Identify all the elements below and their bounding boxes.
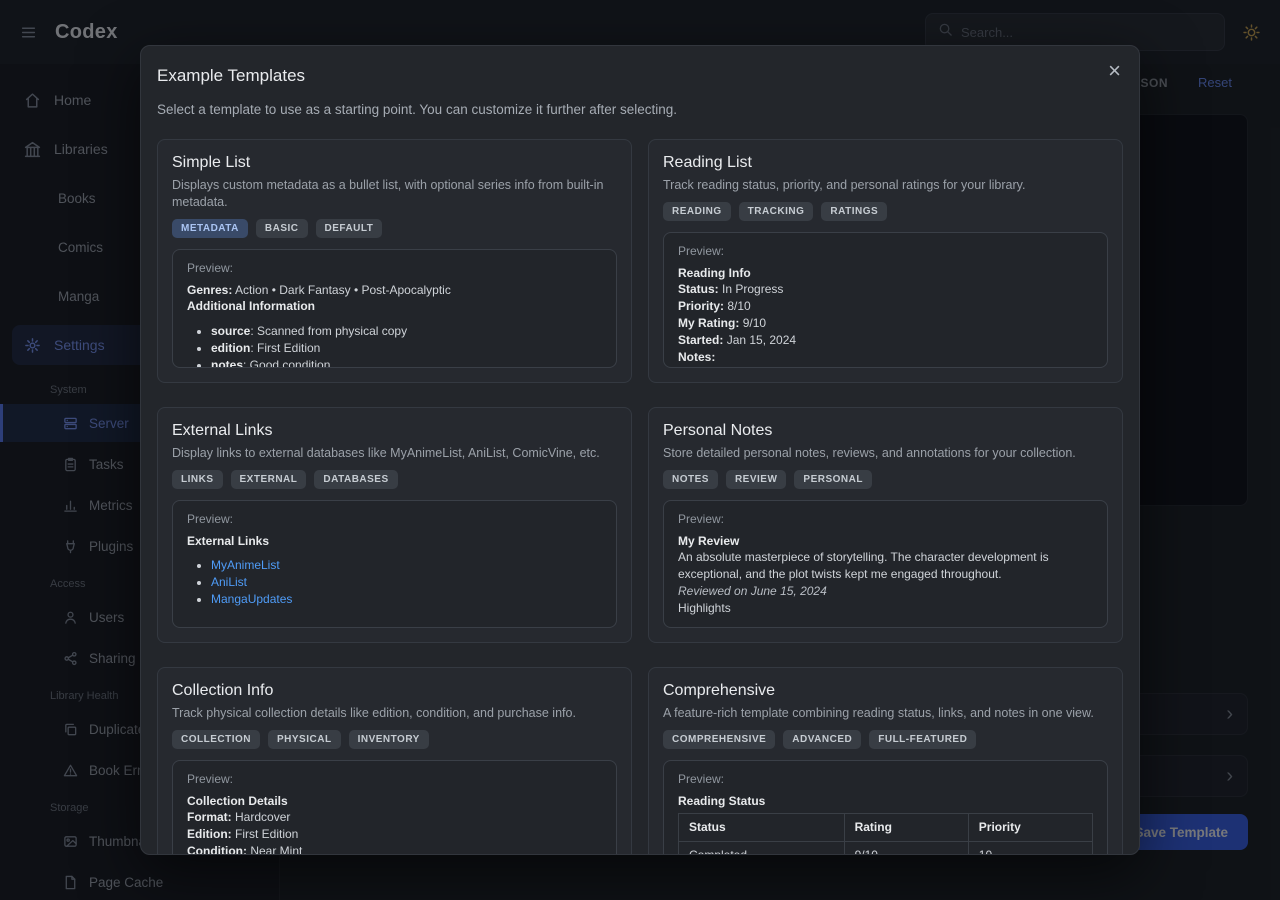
preview-field: Condition: Near Mint: [187, 843, 602, 855]
tag-badge: COMPREHENSIVE: [663, 730, 775, 749]
tag-badge: EXTERNAL: [231, 470, 307, 489]
preview-field: Format: Hardcover: [187, 809, 602, 826]
template-card-comprehensive[interactable]: Comprehensive A feature-rich template co…: [648, 667, 1123, 855]
review-meta: Reviewed on June 15, 2024: [678, 583, 1093, 600]
preview-label: Preview:: [678, 511, 1093, 528]
template-title: Comprehensive: [663, 682, 1108, 700]
template-title: Reading List: [663, 154, 1108, 172]
template-description: A feature-rich template combining readin…: [663, 705, 1108, 722]
preview-label: Preview:: [187, 260, 602, 277]
template-title: Personal Notes: [663, 422, 1108, 440]
preview-field: Status: In Progress: [678, 281, 1093, 298]
external-link[interactable]: MangaUpdates: [211, 592, 292, 606]
column-header: Priority: [968, 814, 1092, 842]
tag-badge: LINKS: [172, 470, 223, 489]
preview-field: My Rating: 9/10: [678, 315, 1093, 332]
preview-field: Edition: First Edition: [187, 826, 602, 843]
tag-badge: PERSONAL: [794, 470, 872, 489]
preview-heading: My Review: [678, 533, 1093, 550]
tag-badge: METADATA: [172, 219, 248, 238]
template-description: Store detailed personal notes, reviews, …: [663, 445, 1108, 462]
table-cell: 10: [968, 842, 1092, 855]
modal-subtitle: Select a template to use as a starting p…: [157, 102, 1123, 117]
tag-badge: RATINGS: [821, 202, 887, 221]
template-tags: NOTES REVIEW PERSONAL: [663, 470, 1108, 489]
template-card-grid: Simple List Displays custom metadata as …: [157, 139, 1123, 855]
table-cell: Completed: [679, 842, 845, 855]
preview-label: Preview:: [678, 771, 1093, 788]
tag-badge: DEFAULT: [316, 219, 383, 238]
preview-label: Preview:: [187, 771, 602, 788]
external-link[interactable]: AniList: [211, 575, 247, 589]
template-title: Collection Info: [172, 682, 617, 700]
table-header-row: Status Rating Priority: [679, 814, 1093, 842]
app-window: Codex Home Libraries Books Comics Manga: [0, 0, 1280, 900]
tag-badge: BASIC: [256, 219, 308, 238]
template-tags: COLLECTION PHYSICAL INVENTORY: [172, 730, 617, 749]
template-tags: METADATA BASIC DEFAULT: [172, 219, 617, 238]
tag-badge: DATABASES: [314, 470, 397, 489]
reading-status-table: Status Rating Priority Completed 9/10 10: [678, 813, 1093, 855]
template-preview: Preview: External Links MyAnimeList AniL…: [172, 500, 617, 628]
preview-field: Started: Jan 15, 2024: [678, 332, 1093, 349]
template-description: Track reading status, priority, and pers…: [663, 177, 1108, 194]
preview-label: Preview:: [678, 243, 1093, 260]
template-preview: Preview: Collection Details Format: Hard…: [172, 760, 617, 855]
tag-badge: ADVANCED: [783, 730, 861, 749]
preview-heading: External Links: [187, 533, 602, 550]
template-preview: Preview: Reading Info Status: In Progres…: [663, 232, 1108, 368]
preview-field: Notes:: [678, 349, 1093, 366]
template-card-reading-list[interactable]: Reading List Track reading status, prior…: [648, 139, 1123, 383]
tag-badge: INVENTORY: [349, 730, 429, 749]
column-header: Status: [679, 814, 845, 842]
template-card-personal-notes[interactable]: Personal Notes Store detailed personal n…: [648, 407, 1123, 643]
preview-link-list: MyAnimeList AniList MangaUpdates: [187, 557, 602, 607]
close-icon[interactable]: ×: [1108, 60, 1121, 82]
review-body: An absolute masterpiece of storytelling.…: [678, 549, 1093, 583]
preview-heading: Additional Information: [187, 298, 602, 315]
preview-heading: Reading Status: [678, 793, 1093, 810]
tag-badge: READING: [663, 202, 731, 221]
template-card-external-links[interactable]: External Links Display links to external…: [157, 407, 632, 643]
tag-badge: FULL-FEATURED: [869, 730, 976, 749]
template-tags: LINKS EXTERNAL DATABASES: [172, 470, 617, 489]
tag-badge: TRACKING: [739, 202, 814, 221]
list-item: AniList: [211, 574, 602, 591]
template-preview: Preview: My Review An absolute masterpie…: [663, 500, 1108, 628]
preview-field: Priority: 8/10: [678, 298, 1093, 315]
modal-title: Example Templates: [157, 66, 1123, 86]
template-description: Display links to external databases like…: [172, 445, 617, 462]
tag-badge: COLLECTION: [172, 730, 260, 749]
list-item: notes: Good condition: [211, 357, 602, 368]
list-item: MyAnimeList: [211, 557, 602, 574]
preview-label: Preview:: [187, 511, 602, 528]
template-preview: Preview: Reading Status Status Rating Pr…: [663, 760, 1108, 855]
external-link[interactable]: MyAnimeList: [211, 558, 280, 572]
column-header: Rating: [844, 814, 968, 842]
template-tags: COMPREHENSIVE ADVANCED FULL-FEATURED: [663, 730, 1108, 749]
tag-badge: PHYSICAL: [268, 730, 341, 749]
preview-heading: Reading Info: [678, 265, 1093, 282]
list-item: source: Scanned from physical copy: [211, 323, 602, 340]
template-tags: READING TRACKING RATINGS: [663, 202, 1108, 221]
template-description: Displays custom metadata as a bullet lis…: [172, 177, 617, 211]
template-title: Simple List: [172, 154, 617, 172]
preview-heading: Collection Details: [187, 793, 602, 810]
preview-bullet-list: source: Scanned from physical copy editi…: [187, 323, 602, 368]
preview-genres-line: Genres: Action • Dark Fantasy • Post-Apo…: [187, 282, 602, 299]
template-preview: Preview: Genres: Action • Dark Fantasy •…: [172, 249, 617, 368]
template-description: Track physical collection details like e…: [172, 705, 617, 722]
tag-badge: NOTES: [663, 470, 718, 489]
template-card-simple-list[interactable]: Simple List Displays custom metadata as …: [157, 139, 632, 383]
preview-subheading: Highlights: [678, 600, 1093, 617]
table-row: Completed 9/10 10: [679, 842, 1093, 855]
example-templates-modal: Example Templates × Select a template to…: [140, 45, 1140, 855]
list-item: edition: First Edition: [211, 340, 602, 357]
template-card-collection-info[interactable]: Collection Info Track physical collectio…: [157, 667, 632, 855]
template-title: External Links: [172, 422, 617, 440]
tag-badge: REVIEW: [726, 470, 786, 489]
list-item: MangaUpdates: [211, 591, 602, 608]
table-cell: 9/10: [844, 842, 968, 855]
